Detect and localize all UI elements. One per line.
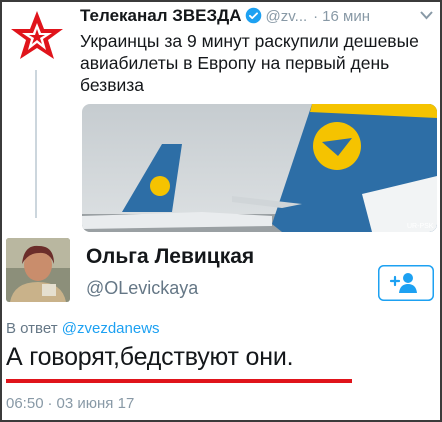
reply-tweet-text: А говорят,бедствуют они. bbox=[6, 343, 294, 371]
zvezda-logo-icon[interactable] bbox=[9, 9, 65, 65]
reply-timestamp[interactable]: 06:50 · 03 июня 17 bbox=[6, 395, 134, 412]
quoted-tweet-header: Телеканал ЗВЕЗДА @zv... · 16 мин bbox=[80, 6, 435, 30]
thread-line bbox=[35, 70, 37, 218]
quoted-tweet-text: Украинцы за 9 минут раскупили дешевые ав… bbox=[80, 31, 419, 95]
quoted-author-name[interactable]: Телеканал ЗВЕЗДА bbox=[80, 6, 242, 25]
in-reply-to: В ответ @zvezdanews bbox=[6, 320, 160, 337]
follow-user-icon[interactable] bbox=[378, 265, 434, 301]
highlight-underline bbox=[6, 379, 352, 383]
avatar[interactable] bbox=[6, 238, 70, 302]
reply-author-name[interactable]: Ольга Левицкая bbox=[86, 245, 254, 269]
reply-date: 03 июня 17 bbox=[56, 395, 135, 412]
quoted-tweet-image[interactable]: UR-PSK bbox=[82, 104, 437, 232]
verified-badge-icon bbox=[245, 7, 261, 24]
quoted-author-handle[interactable]: @zv... bbox=[266, 8, 308, 25]
image-registration-label: UR-PSK bbox=[407, 223, 434, 230]
reply-meta-separator: · bbox=[47, 395, 53, 412]
chevron-down-icon[interactable] bbox=[420, 10, 433, 20]
reply-time: 06:50 bbox=[6, 395, 44, 412]
in-reply-to-mention[interactable]: @zvezdanews bbox=[62, 320, 160, 337]
reply-author-handle[interactable]: @OLevickaya bbox=[86, 278, 198, 299]
quoted-tweet-time[interactable]: 16 мин bbox=[322, 8, 370, 25]
header-separator: · bbox=[313, 8, 319, 25]
in-reply-to-label: В ответ bbox=[6, 320, 58, 337]
